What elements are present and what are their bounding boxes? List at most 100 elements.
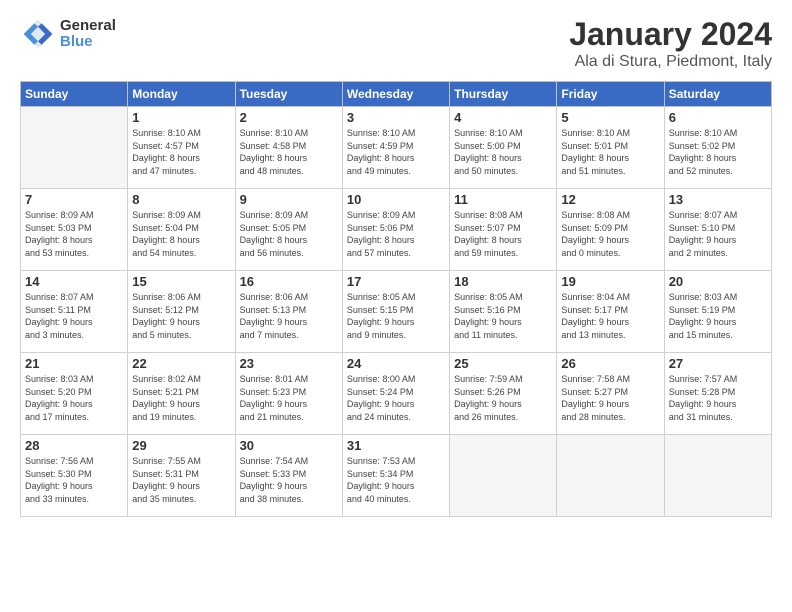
day-number: 16	[240, 274, 338, 289]
calendar-cell: 31 Sunrise: 7:53 AMSunset: 5:34 PMDayligh…	[342, 435, 449, 517]
calendar-cell: 9 Sunrise: 8:09 AMSunset: 5:05 PMDaylight…	[235, 189, 342, 271]
calendar-cell	[664, 435, 771, 517]
day-info: Sunrise: 8:02 AMSunset: 5:21 PMDaylight:…	[132, 373, 230, 423]
logo-text: General Blue	[60, 18, 116, 51]
day-info: Sunrise: 8:09 AMSunset: 5:05 PMDaylight:…	[240, 209, 338, 259]
day-number: 21	[25, 356, 123, 371]
calendar-cell: 15 Sunrise: 8:06 AMSunset: 5:12 PMDayligh…	[128, 271, 235, 353]
logo: General Blue	[20, 16, 116, 52]
day-number: 12	[561, 192, 659, 207]
day-number: 22	[132, 356, 230, 371]
day-info: Sunrise: 8:05 AMSunset: 5:15 PMDaylight:…	[347, 291, 445, 341]
day-number: 25	[454, 356, 552, 371]
day-number: 2	[240, 110, 338, 125]
day-number: 15	[132, 274, 230, 289]
day-info: Sunrise: 7:53 AMSunset: 5:34 PMDaylight:…	[347, 455, 445, 505]
calendar-cell: 5Sunrise: 8:10 AMSunset: 5:01 PMDaylight…	[557, 107, 664, 189]
day-info: Sunrise: 8:06 AMSunset: 5:13 PMDaylight:…	[240, 291, 338, 341]
day-info: Sunrise: 8:09 AMSunset: 5:04 PMDaylight:…	[132, 209, 230, 259]
calendar-cell: 14 Sunrise: 8:07 AMSunset: 5:11 PMDayligh…	[21, 271, 128, 353]
title-location: Ala di Stura, Piedmont, Italy	[569, 53, 772, 71]
day-number: 18	[454, 274, 552, 289]
day-info: Sunrise: 7:54 AMSunset: 5:33 PMDaylight:…	[240, 455, 338, 505]
calendar-cell: 8 Sunrise: 8:09 AMSunset: 5:04 PMDaylight…	[128, 189, 235, 271]
calendar-cell: 20Sunrise: 8:03 AMSunset: 5:19 PMDayligh…	[664, 271, 771, 353]
weekday-header-tuesday: Tuesday	[235, 82, 342, 107]
calendar-cell: 22 Sunrise: 8:02 AMSunset: 5:21 PMDayligh…	[128, 353, 235, 435]
weekday-header-thursday: Thursday	[450, 82, 557, 107]
day-info: Sunrise: 8:10 AMSunset: 4:58 PMDaylight:…	[240, 127, 338, 177]
title-block: January 2024 Ala di Stura, Piedmont, Ita…	[569, 16, 772, 71]
day-info: Sunrise: 8:08 AMSunset: 5:07 PMDaylight:…	[454, 209, 552, 259]
calendar-cell: 6Sunrise: 8:10 AMSunset: 5:02 PMDaylight…	[664, 107, 771, 189]
week-row-1: 1 Sunrise: 8:10 AMSunset: 4:57 PMDaylight…	[21, 107, 772, 189]
day-number: 1	[132, 110, 230, 125]
day-info: Sunrise: 8:10 AMSunset: 5:01 PMDaylight:…	[561, 127, 659, 177]
day-info: Sunrise: 8:04 AMSunset: 5:17 PMDaylight:…	[561, 291, 659, 341]
calendar-cell	[557, 435, 664, 517]
calendar-cell: 11 Sunrise: 8:08 AMSunset: 5:07 PMDayligh…	[450, 189, 557, 271]
day-info: Sunrise: 8:06 AMSunset: 5:12 PMDaylight:…	[132, 291, 230, 341]
calendar-cell	[450, 435, 557, 517]
day-info: Sunrise: 8:00 AMSunset: 5:24 PMDaylight:…	[347, 373, 445, 423]
day-number: 23	[240, 356, 338, 371]
calendar-cell: 23 Sunrise: 8:01 AMSunset: 5:23 PMDayligh…	[235, 353, 342, 435]
day-number: 14	[25, 274, 123, 289]
calendar-cell: 18 Sunrise: 8:05 AMSunset: 5:16 PMDayligh…	[450, 271, 557, 353]
day-info: Sunrise: 8:05 AMSunset: 5:16 PMDaylight:…	[454, 291, 552, 341]
day-number: 31	[347, 438, 445, 453]
day-info: Sunrise: 8:09 AMSunset: 5:03 PMDaylight:…	[25, 209, 123, 259]
calendar-cell: 21 Sunrise: 8:03 AMSunset: 5:20 PMDayligh…	[21, 353, 128, 435]
day-number: 17	[347, 274, 445, 289]
calendar-cell: 16 Sunrise: 8:06 AMSunset: 5:13 PMDayligh…	[235, 271, 342, 353]
weekday-header-friday: Friday	[557, 82, 664, 107]
header: General Blue January 2024 Ala di Stura, …	[20, 16, 772, 71]
week-row-2: 7 Sunrise: 8:09 AMSunset: 5:03 PMDaylight…	[21, 189, 772, 271]
day-number: 30	[240, 438, 338, 453]
day-number: 9	[240, 192, 338, 207]
calendar-cell: 2 Sunrise: 8:10 AMSunset: 4:58 PMDaylight…	[235, 107, 342, 189]
day-number: 7	[25, 192, 123, 207]
calendar-cell: 1 Sunrise: 8:10 AMSunset: 4:57 PMDaylight…	[128, 107, 235, 189]
day-info: Sunrise: 8:10 AMSunset: 5:00 PMDaylight:…	[454, 127, 552, 177]
day-info: Sunrise: 7:57 AMSunset: 5:28 PMDaylight:…	[669, 373, 767, 423]
day-info: Sunrise: 8:03 AMSunset: 5:19 PMDaylight:…	[669, 291, 767, 341]
day-number: 13	[669, 192, 767, 207]
calendar-cell	[21, 107, 128, 189]
calendar-cell: 25 Sunrise: 7:59 AMSunset: 5:26 PMDayligh…	[450, 353, 557, 435]
day-info: Sunrise: 8:03 AMSunset: 5:20 PMDaylight:…	[25, 373, 123, 423]
day-info: Sunrise: 7:59 AMSunset: 5:26 PMDaylight:…	[454, 373, 552, 423]
week-row-5: 28Sunrise: 7:56 AMSunset: 5:30 PMDayligh…	[21, 435, 772, 517]
calendar-cell: 30 Sunrise: 7:54 AMSunset: 5:33 PMDayligh…	[235, 435, 342, 517]
calendar-cell: 4 Sunrise: 8:10 AMSunset: 5:00 PMDaylight…	[450, 107, 557, 189]
day-info: Sunrise: 8:10 AMSunset: 4:59 PMDaylight:…	[347, 127, 445, 177]
calendar-cell: 28Sunrise: 7:56 AMSunset: 5:30 PMDayligh…	[21, 435, 128, 517]
day-info: Sunrise: 8:10 AMSunset: 4:57 PMDaylight:…	[132, 127, 230, 177]
calendar-cell: 12Sunrise: 8:08 AMSunset: 5:09 PMDayligh…	[557, 189, 664, 271]
calendar-cell: 17 Sunrise: 8:05 AMSunset: 5:15 PMDayligh…	[342, 271, 449, 353]
weekday-header-monday: Monday	[128, 82, 235, 107]
day-number: 24	[347, 356, 445, 371]
day-info: Sunrise: 8:07 AMSunset: 5:11 PMDaylight:…	[25, 291, 123, 341]
logo-icon	[20, 16, 56, 52]
calendar-cell: 27Sunrise: 7:57 AMSunset: 5:28 PMDayligh…	[664, 353, 771, 435]
calendar-cell: 29 Sunrise: 7:55 AMSunset: 5:31 PMDayligh…	[128, 435, 235, 517]
day-info: Sunrise: 7:58 AMSunset: 5:27 PMDaylight:…	[561, 373, 659, 423]
calendar-table: SundayMondayTuesdayWednesdayThursdayFrid…	[20, 81, 772, 517]
day-info: Sunrise: 7:55 AMSunset: 5:31 PMDaylight:…	[132, 455, 230, 505]
day-info: Sunrise: 8:07 AMSunset: 5:10 PMDaylight:…	[669, 209, 767, 259]
day-number: 29	[132, 438, 230, 453]
day-number: 4	[454, 110, 552, 125]
weekday-header-sunday: Sunday	[21, 82, 128, 107]
day-number: 6	[669, 110, 767, 125]
day-number: 19	[561, 274, 659, 289]
calendar-cell: 13 Sunrise: 8:07 AMSunset: 5:10 PMDayligh…	[664, 189, 771, 271]
day-info: Sunrise: 8:01 AMSunset: 5:23 PMDaylight:…	[240, 373, 338, 423]
title-month: January 2024	[569, 16, 772, 53]
day-number: 11	[454, 192, 552, 207]
week-row-3: 14 Sunrise: 8:07 AMSunset: 5:11 PMDayligh…	[21, 271, 772, 353]
day-number: 3	[347, 110, 445, 125]
weekday-header-wednesday: Wednesday	[342, 82, 449, 107]
day-number: 8	[132, 192, 230, 207]
calendar-cell: 19 Sunrise: 8:04 AMSunset: 5:17 PMDayligh…	[557, 271, 664, 353]
